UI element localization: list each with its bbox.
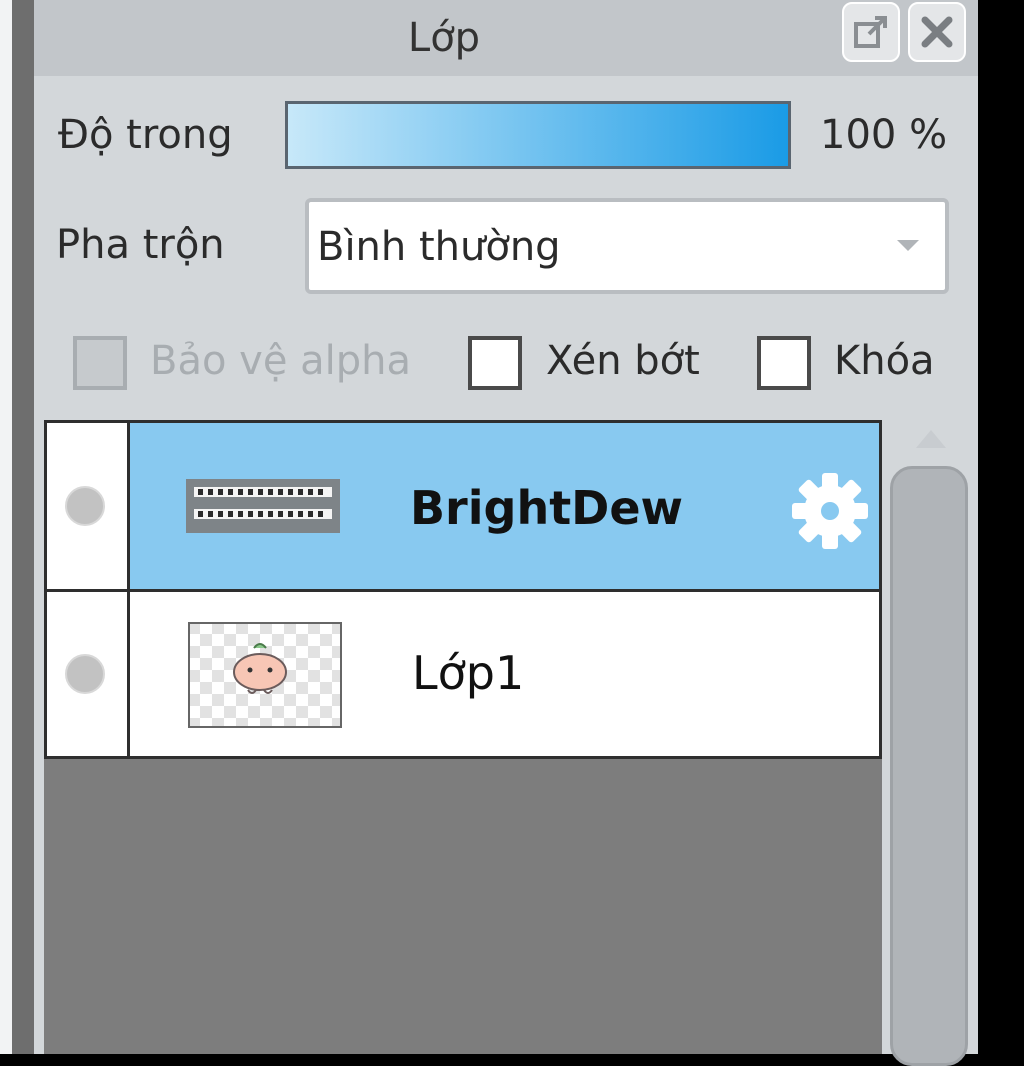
- panel-left-border: [12, 0, 34, 1054]
- alpha-protect-checkbox[interactable]: [73, 336, 127, 390]
- close-button[interactable]: [908, 2, 966, 62]
- panel-titlebar[interactable]: Lớp: [34, 0, 978, 76]
- layer-row-content: BrightDew: [130, 423, 879, 589]
- opacity-slider-fill: [288, 104, 788, 166]
- text-thumbnail: [186, 479, 340, 533]
- layer-list: BrightDew Lớp1: [44, 420, 882, 1054]
- scrollbar-thumb[interactable]: [890, 466, 968, 1066]
- layer-name: BrightDew: [410, 481, 684, 535]
- gear-icon[interactable]: [790, 471, 870, 551]
- alpha-protect-label: Bảo vệ alpha: [150, 338, 412, 384]
- lock-label: Khóa: [834, 338, 935, 384]
- opacity-value: 100 %: [820, 112, 948, 158]
- layer-list-scrollbar[interactable]: [890, 420, 970, 1066]
- opacity-label: Độ trong: [58, 112, 233, 158]
- layer-name: Lớp1: [412, 646, 525, 700]
- popout-icon: [854, 16, 887, 48]
- panel-title: Lớp: [407, 15, 481, 61]
- layer-row-lop1[interactable]: Lớp1: [44, 589, 882, 759]
- chevron-down-icon: [897, 240, 919, 251]
- character-thumbnail: [188, 622, 342, 728]
- visibility-toggle[interactable]: [65, 654, 105, 694]
- opacity-slider[interactable]: [285, 101, 791, 169]
- blend-mode-value: Bình thường: [317, 224, 561, 270]
- background-strip: [0, 0, 12, 1054]
- layer-panel: Lớp Độ trong 100 % Pha trộn Bình thường …: [34, 0, 978, 1066]
- clipping-label: Xén bớt: [546, 338, 700, 384]
- layer-row-content: Lớp1: [130, 592, 879, 756]
- scroll-up-arrow-icon[interactable]: [916, 430, 946, 448]
- visibility-column: [47, 592, 130, 756]
- visibility-toggle[interactable]: [65, 486, 105, 526]
- blend-mode-label: Pha trộn: [56, 222, 225, 268]
- visibility-column: [47, 423, 130, 589]
- close-icon: [921, 16, 953, 48]
- clipping-checkbox[interactable]: [468, 336, 522, 390]
- blend-mode-dropdown[interactable]: Bình thường: [305, 198, 949, 294]
- layer-row-brightdew[interactable]: BrightDew: [44, 420, 882, 592]
- lock-checkbox[interactable]: [757, 336, 811, 390]
- popout-button[interactable]: [842, 2, 900, 62]
